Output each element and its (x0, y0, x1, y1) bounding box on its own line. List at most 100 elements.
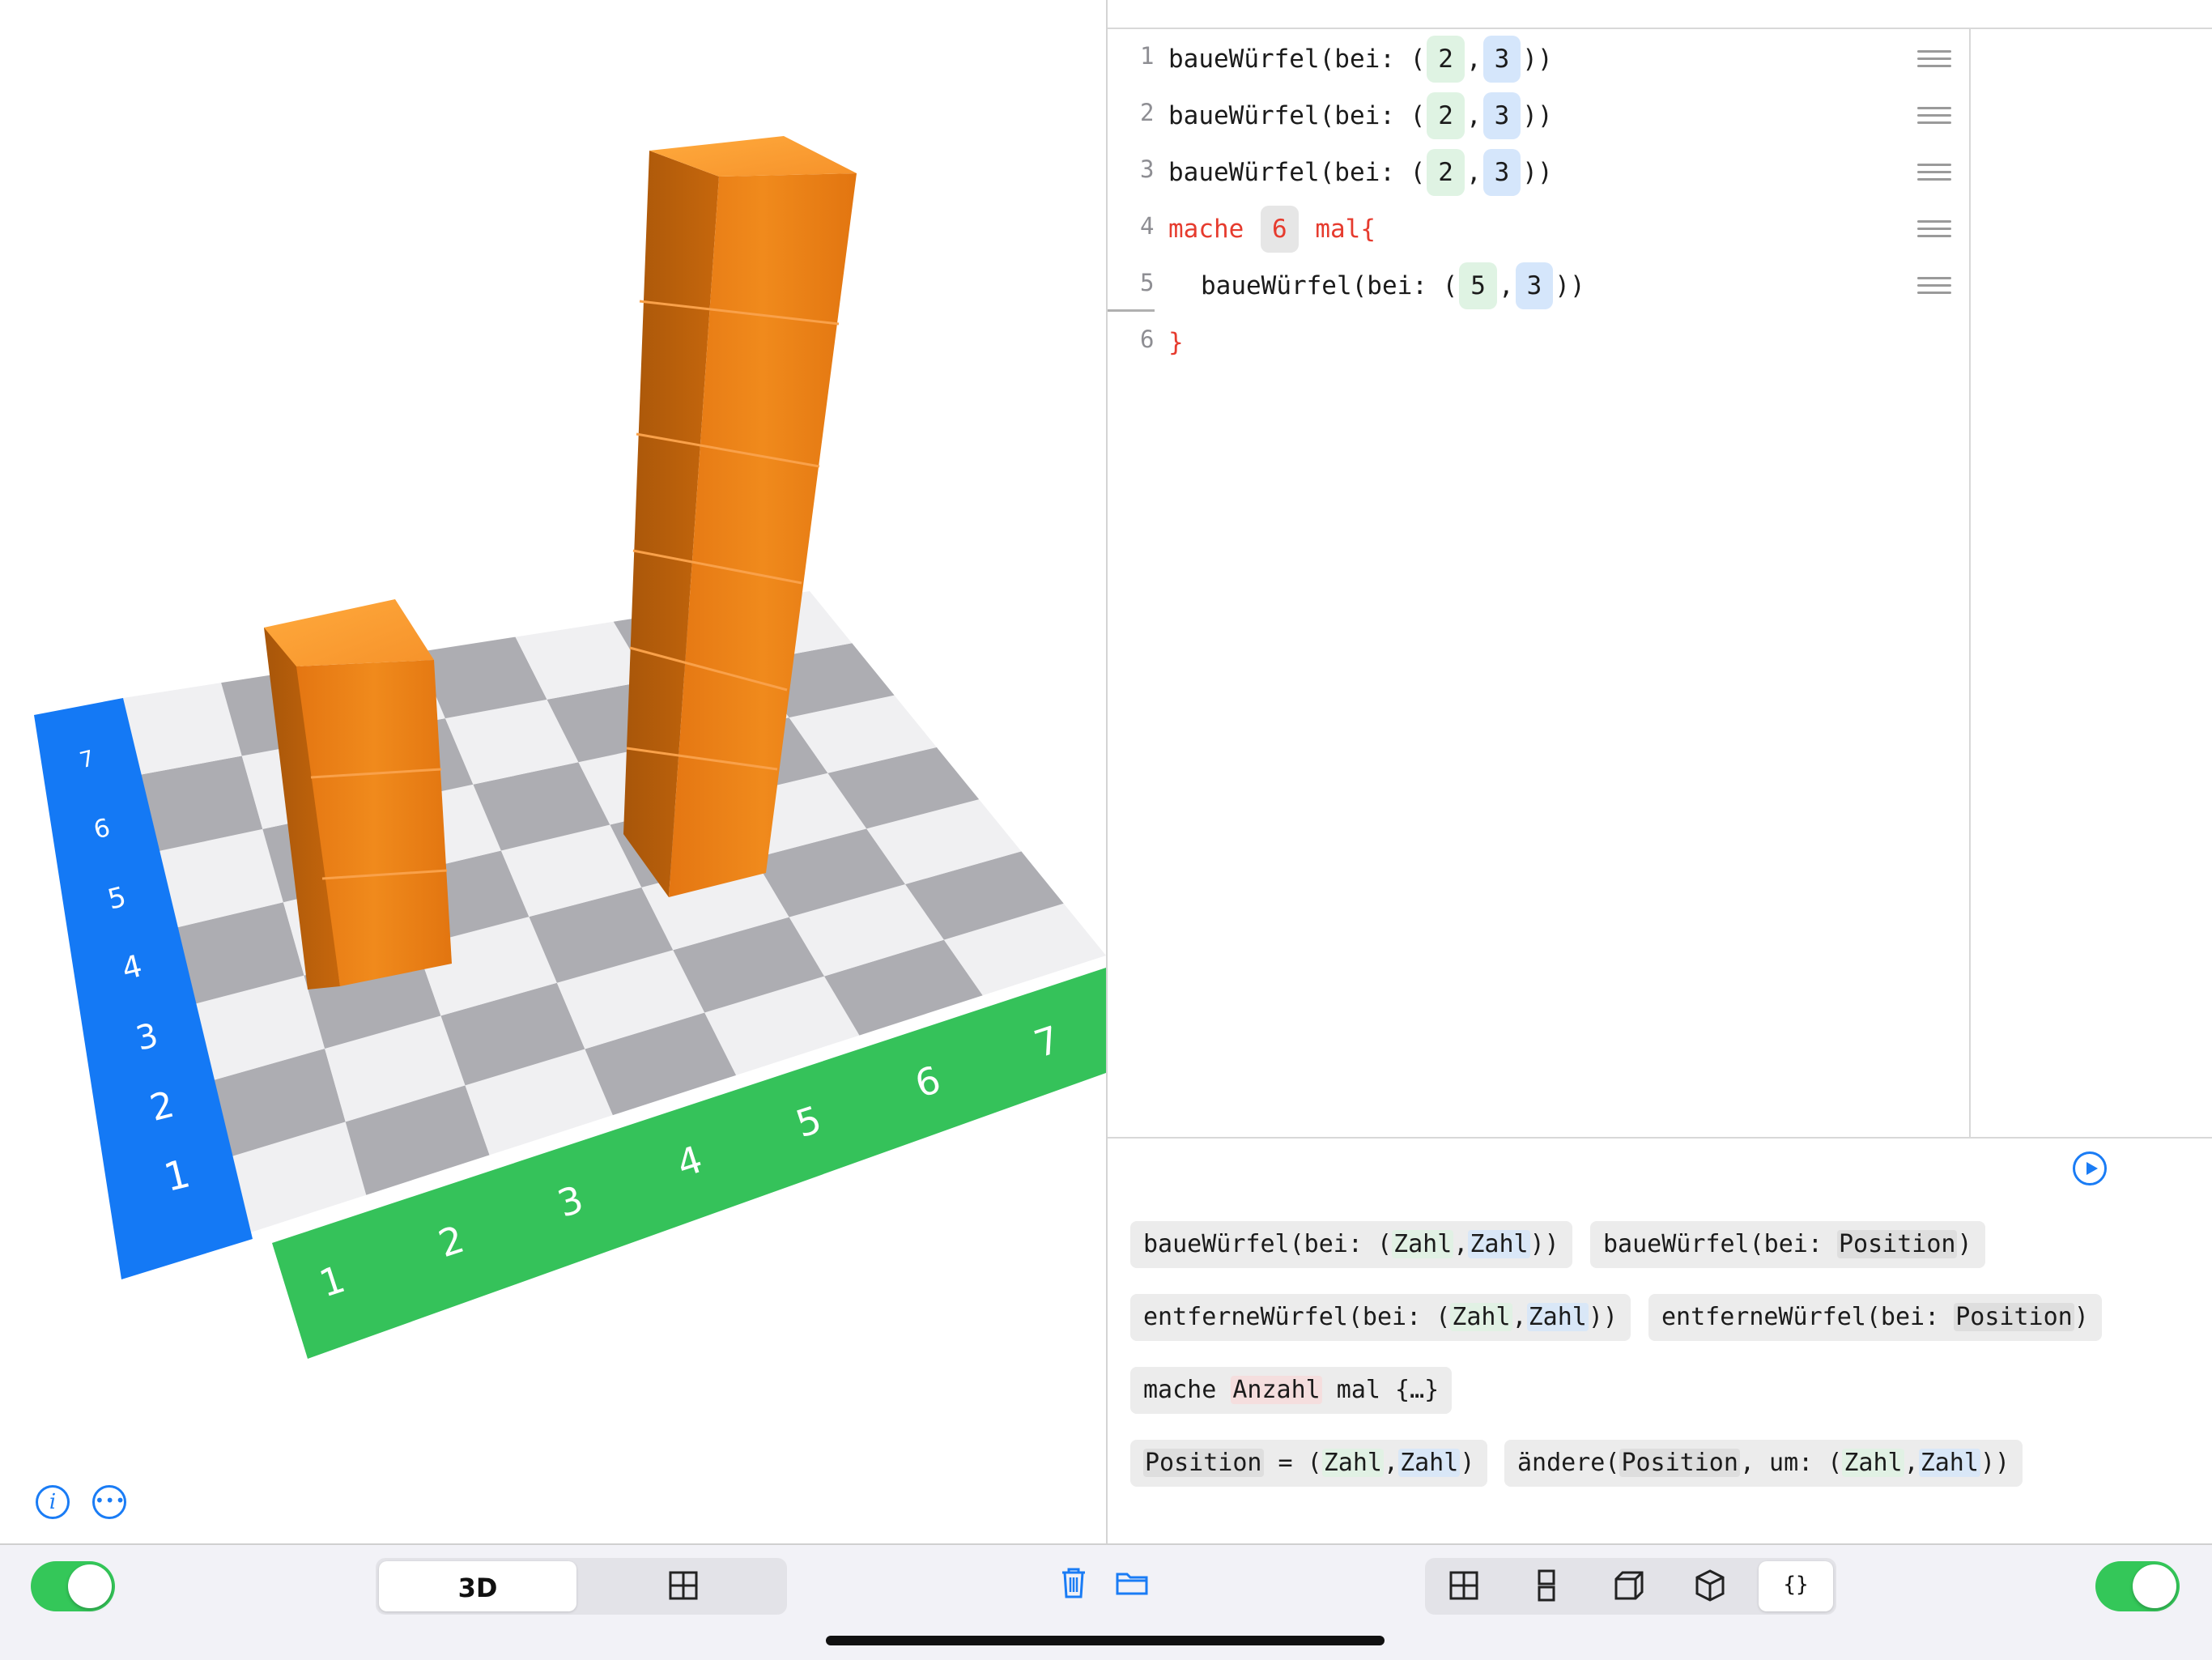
chip-param-position: Position (1836, 1230, 1958, 1258)
code-text: baueWürfel(bei: ( (1201, 271, 1458, 300)
code-text: )) (1522, 101, 1553, 130)
x-value-field[interactable]: 2 (1427, 149, 1465, 196)
chip-text: )) (1980, 1449, 2010, 1477)
chip-param-zahl: Zahl (1842, 1449, 1904, 1477)
chip-param-zahl: Zahl (1392, 1230, 1454, 1258)
drag-handle-icon[interactable] (1917, 50, 1951, 68)
chip-param-zahl: Zahl (1450, 1303, 1512, 1331)
chip-baue-wuerfel-zahl[interactable]: baueWürfel(bei: (Zahl,Zahl)) (1130, 1221, 1572, 1268)
chip-text: = ( (1263, 1449, 1322, 1477)
editor-top-border (1108, 28, 2212, 29)
line-number: 1 (1140, 42, 1155, 70)
chip-text: baueWürfel(bei: ( (1143, 1230, 1393, 1258)
drag-handle-icon[interactable] (1917, 220, 1951, 238)
repeat-count-field[interactable]: 6 (1261, 206, 1299, 253)
scene-canvas[interactable]: 1234567 1234567 (0, 0, 1106, 1543)
chip-text: entferneWürfel(bei: (1661, 1303, 1955, 1331)
chip-text: mal {…} (1321, 1376, 1440, 1404)
chip-position-assignment[interactable]: Position = (Zahl,Zahl) (1130, 1440, 1488, 1487)
side-view-icon[interactable] (1611, 1568, 1647, 1603)
line-number: 6 (1140, 326, 1155, 353)
run-button[interactable] (2073, 1151, 2107, 1185)
drag-handle-icon[interactable] (1917, 164, 1951, 181)
separator: , (1465, 45, 1482, 74)
chip-text: entferneWürfel(bei: ( (1143, 1303, 1451, 1331)
chip-aendere-position[interactable]: ändere(Position, um: (Zahl,Zahl)) (1504, 1440, 2023, 1487)
chip-param-position: Position (1954, 1303, 2074, 1331)
chip-text: mache (1143, 1376, 1231, 1404)
separator: , (1465, 158, 1482, 187)
chip-text: ) (1957, 1230, 1972, 1258)
editor-right-margin (1969, 29, 1971, 1139)
editor-tools-segmented-control: {} (1425, 1558, 1836, 1615)
chip-param-zahl: Zahl (1526, 1303, 1589, 1331)
chip-param-zahl: Zahl (1918, 1449, 1980, 1477)
separator: , (1465, 101, 1482, 130)
chip-entferne-wuerfel-position[interactable]: entferneWürfel(bei: Position) (1648, 1294, 2102, 1341)
view-3d-label: 3D (457, 1573, 498, 1603)
3d-scene-view[interactable]: 1234567 1234567 i ••• (0, 0, 1106, 1543)
chip-text: ) (1460, 1449, 1475, 1477)
code-line-5[interactable]: 5 baueWürfel(bei: (5, 3)) (1108, 258, 1951, 314)
left-toggle[interactable] (31, 1561, 115, 1611)
code-text: )) (1522, 158, 1553, 187)
chip-mache-anzahl-mal[interactable]: mache Anzahl mal {…} (1130, 1367, 1453, 1414)
chip-baue-wuerfel-position[interactable]: baueWürfel(bei: Position) (1590, 1221, 1985, 1268)
chip-param-zahl: Zahl (1398, 1449, 1461, 1477)
x-value-field[interactable]: 5 (1459, 262, 1497, 309)
x-value-field[interactable]: 2 (1427, 36, 1465, 83)
code-editor[interactable]: 1 baueWürfel(bei: (2, 3)) 2 baueWürfel(be… (1108, 0, 2212, 1139)
chip-text: )) (1588, 1303, 1618, 1331)
chip-text: , (1384, 1449, 1399, 1477)
right-toggle[interactable] (2095, 1561, 2180, 1611)
info-button[interactable]: i (36, 1485, 70, 1519)
code-line-6[interactable]: 6 } (1108, 314, 1950, 371)
code-text: baueWürfel(bei: ( (1168, 101, 1426, 130)
drag-handle-icon[interactable] (1917, 107, 1951, 125)
closing-brace: } (1168, 328, 1184, 357)
chip-text: , (1512, 1303, 1527, 1331)
y-value-field[interactable]: 3 (1482, 36, 1521, 83)
code-line-3[interactable]: 3 baueWürfel(bei: (2, 3)) (1108, 144, 1951, 201)
code-text: baueWürfel(bei: ( (1168, 158, 1426, 187)
code-mode-label: {} (1783, 1573, 1809, 1597)
top-view-icon[interactable] (1446, 1568, 1482, 1603)
keyword-mal: mal{ (1315, 215, 1376, 244)
line-number: 3 (1140, 155, 1155, 183)
code-text: )) (1555, 271, 1585, 300)
cube-view-icon[interactable] (1692, 1568, 1728, 1603)
line-number: 5 (1140, 269, 1155, 296)
code-text: )) (1522, 45, 1553, 74)
drag-handle-icon[interactable] (1917, 277, 1951, 295)
chip-text: , (1453, 1230, 1469, 1258)
chip-text: ) (2074, 1303, 2089, 1331)
grid-view-icon[interactable] (666, 1568, 701, 1603)
y-value-field[interactable]: 3 (1515, 262, 1554, 309)
y-value-field[interactable]: 3 (1482, 149, 1521, 196)
trash-icon[interactable] (1056, 1564, 1091, 1600)
line-number: 2 (1140, 99, 1155, 126)
chip-param-position: Position (1619, 1449, 1740, 1477)
code-line-2[interactable]: 2 baueWürfel(bei: (2, 3)) (1108, 87, 1951, 144)
y-value-field[interactable]: 3 (1482, 92, 1521, 139)
chip-param-anzahl: Anzahl (1231, 1376, 1322, 1404)
chip-param-zahl: Zahl (1321, 1449, 1384, 1477)
chip-text: )) (1529, 1230, 1559, 1258)
keyword-mache: mache (1168, 215, 1244, 244)
chip-text: , (1904, 1449, 1919, 1477)
separator: , (1498, 271, 1514, 300)
chip-text: ändere( (1517, 1449, 1620, 1477)
front-view-icon[interactable] (1529, 1568, 1564, 1603)
chip-param-zahl: Zahl (1468, 1230, 1530, 1258)
chip-text: , um: ( (1739, 1449, 1843, 1477)
line-number: 4 (1140, 212, 1155, 240)
more-options-button[interactable]: ••• (92, 1485, 126, 1519)
chip-param-position: Position (1143, 1449, 1264, 1477)
code-line-4[interactable]: 4 mache 6 mal{ (1108, 201, 1951, 258)
command-palette: baueWürfel(bei: (Zahl,Zahl)) baueWürfel(… (1108, 1139, 2212, 1543)
folder-icon[interactable] (1114, 1564, 1150, 1600)
x-value-field[interactable]: 2 (1427, 92, 1465, 139)
chip-entferne-wuerfel-zahl[interactable]: entferneWürfel(bei: (Zahl,Zahl)) (1130, 1294, 1631, 1341)
chip-text: baueWürfel(bei: (1603, 1230, 1837, 1258)
code-line-1[interactable]: 1 baueWürfel(bei: (2, 3)) (1108, 31, 1951, 87)
